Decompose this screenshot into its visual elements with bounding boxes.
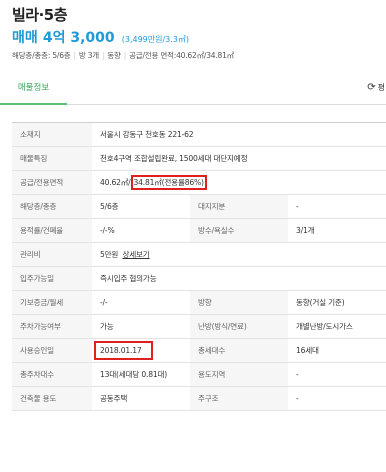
area-unit-label: 평 xyxy=(377,83,385,92)
movein-value: 즉시입주 협의가능 xyxy=(92,266,386,291)
summary-area: 공급/전용 면적:40.62㎡/34.81㎡ xyxy=(129,51,234,60)
price-per-pyeong: (3,499만원/3.3㎡) xyxy=(121,35,190,44)
ratio-value: -/-% xyxy=(92,218,190,243)
summary-separator: | xyxy=(123,51,127,60)
listing-header: 빌라·5층 매매 4억 3,000 (3,499만원/3.3㎡) 해당층/총층:… xyxy=(12,4,382,64)
tab-listing-info[interactable]: 매물정보 xyxy=(0,75,67,105)
rooms-label: 방수/욕실수 xyxy=(190,218,288,243)
land-value: - xyxy=(288,194,386,219)
fee-label: 관리비 xyxy=(12,242,92,267)
table-row: 용적률/건폐율 -/-% 방수/욕실수 3/1개 xyxy=(12,218,386,243)
heating-label: 난방(방식/연료) xyxy=(190,314,288,339)
heating-value: 개별난방/도시가스 xyxy=(288,314,386,339)
refresh-icon: ⟳ xyxy=(367,82,376,93)
area-value: 40.62㎡/34.81㎡(전용률86%) xyxy=(92,170,386,195)
table-row: 사용승인일 2018.01.17 총세대수 16세대 xyxy=(12,338,386,363)
summary-separator: | xyxy=(102,51,105,60)
table-row: 매물특징 천호4구역 조합설립완료, 1500세대 대단지예정 xyxy=(12,146,386,171)
address-label: 소재지 xyxy=(12,122,92,147)
fee-amount: 5만원 xyxy=(100,250,119,259)
address-value: 서울시 강동구 천호동 221-62 xyxy=(92,122,386,147)
land-label: 대지지분 xyxy=(190,194,288,219)
table-row: 총주차대수 13대(세대당 0.81대) 용도지역 - xyxy=(12,362,386,387)
area-unit-toggle[interactable]: ⟳ 평 xyxy=(367,75,386,105)
approval-label: 사용승인일 xyxy=(12,338,92,363)
movein-label: 입주가능일 xyxy=(12,266,92,291)
structure-label: 주구조 xyxy=(190,386,288,411)
feature-value: 천호4구역 조합설립완료, 1500세대 대단지예정 xyxy=(92,146,386,171)
price-line: 매매 4억 3,000 (3,499만원/3.3㎡) xyxy=(12,26,382,48)
households-label: 총세대수 xyxy=(190,338,288,363)
table-row: 입주가능일 즉시입주 협의가능 xyxy=(12,266,386,291)
zoning-label: 용도지역 xyxy=(190,362,288,387)
fee-value: 5만원 상세보기 xyxy=(92,242,386,267)
summary-rooms: 방 3개 xyxy=(78,51,99,60)
summary-separator: | xyxy=(73,51,77,60)
deposit-value: -/- xyxy=(92,290,190,315)
usage-value: 공동주택 xyxy=(92,386,190,411)
feature-label: 매물특징 xyxy=(12,146,92,171)
parking-label: 주차가능여부 xyxy=(12,314,92,339)
zoning-value: - xyxy=(288,362,386,387)
usage-label: 건축물 용도 xyxy=(12,386,92,411)
floor-value: 5/6층 xyxy=(92,194,190,219)
ratio-label: 용적률/건폐율 xyxy=(12,218,92,243)
table-row: 관리비 5만원 상세보기 xyxy=(12,242,386,267)
area-supply: 40.62㎡/ xyxy=(100,178,131,187)
listing-title: 빌라·5층 xyxy=(12,6,68,24)
summary-direction: 동향 xyxy=(107,51,121,60)
fee-detail-link[interactable]: 상세보기 xyxy=(122,250,149,259)
total-parking-value: 13대(세대당 0.81대) xyxy=(92,362,190,387)
area-label: 공급/전용면적 xyxy=(12,170,92,195)
listing-summary: 해당층/총층: 5/6층 | 방 3개 | 동향 | 공급/전용 면적:40.62㎡/34.… xyxy=(12,48,382,64)
table-row: 건축물 용도 공동주택 주구조 - xyxy=(12,386,386,411)
table-row: 소재지 서울시 강동구 천호동 221-62 xyxy=(12,122,386,147)
table-row: 해당층/총층 5/6층 대지지분 - xyxy=(12,194,386,219)
households-value: 16세대 xyxy=(288,338,386,363)
floor-label: 해당층/총층 xyxy=(12,194,92,219)
price-type: 매매 xyxy=(12,30,38,46)
approval-date-highlight: 2018.01.17 xyxy=(94,341,154,360)
table-row: 공급/전용면적 40.62㎡/34.81㎡(전용률86%) xyxy=(12,170,386,195)
direction-label: 방향 xyxy=(190,290,288,315)
listing-info-table: 소재지 서울시 강동구 천호동 221-62 매물특징 천호4구역 조합설립완료… xyxy=(12,122,386,411)
tab-bar: 매물정보 ⟳ 평 xyxy=(0,75,386,105)
table-row: 주차가능여부 가능 난방(방식/연료) 개별난방/도시가스 xyxy=(12,314,386,339)
area-exclusive-highlight: 34.81㎡(전용률86%) xyxy=(130,175,207,190)
parking-value: 가능 xyxy=(92,314,190,339)
summary-floor: 해당층/총층: 5/6층 xyxy=(12,51,71,60)
rooms-value: 3/1개 xyxy=(288,218,386,243)
price-value: 4억 3,000 xyxy=(42,30,115,46)
deposit-label: 기보증금/월세 xyxy=(12,290,92,315)
structure-value: - xyxy=(288,386,386,411)
approval-value: 2018.01.17 xyxy=(92,338,190,363)
table-row: 기보증금/월세 -/- 방향 동향(거실 기준) xyxy=(12,290,386,315)
total-parking-label: 총주차대수 xyxy=(12,362,92,387)
direction-value: 동향(거실 기준) xyxy=(288,290,386,315)
